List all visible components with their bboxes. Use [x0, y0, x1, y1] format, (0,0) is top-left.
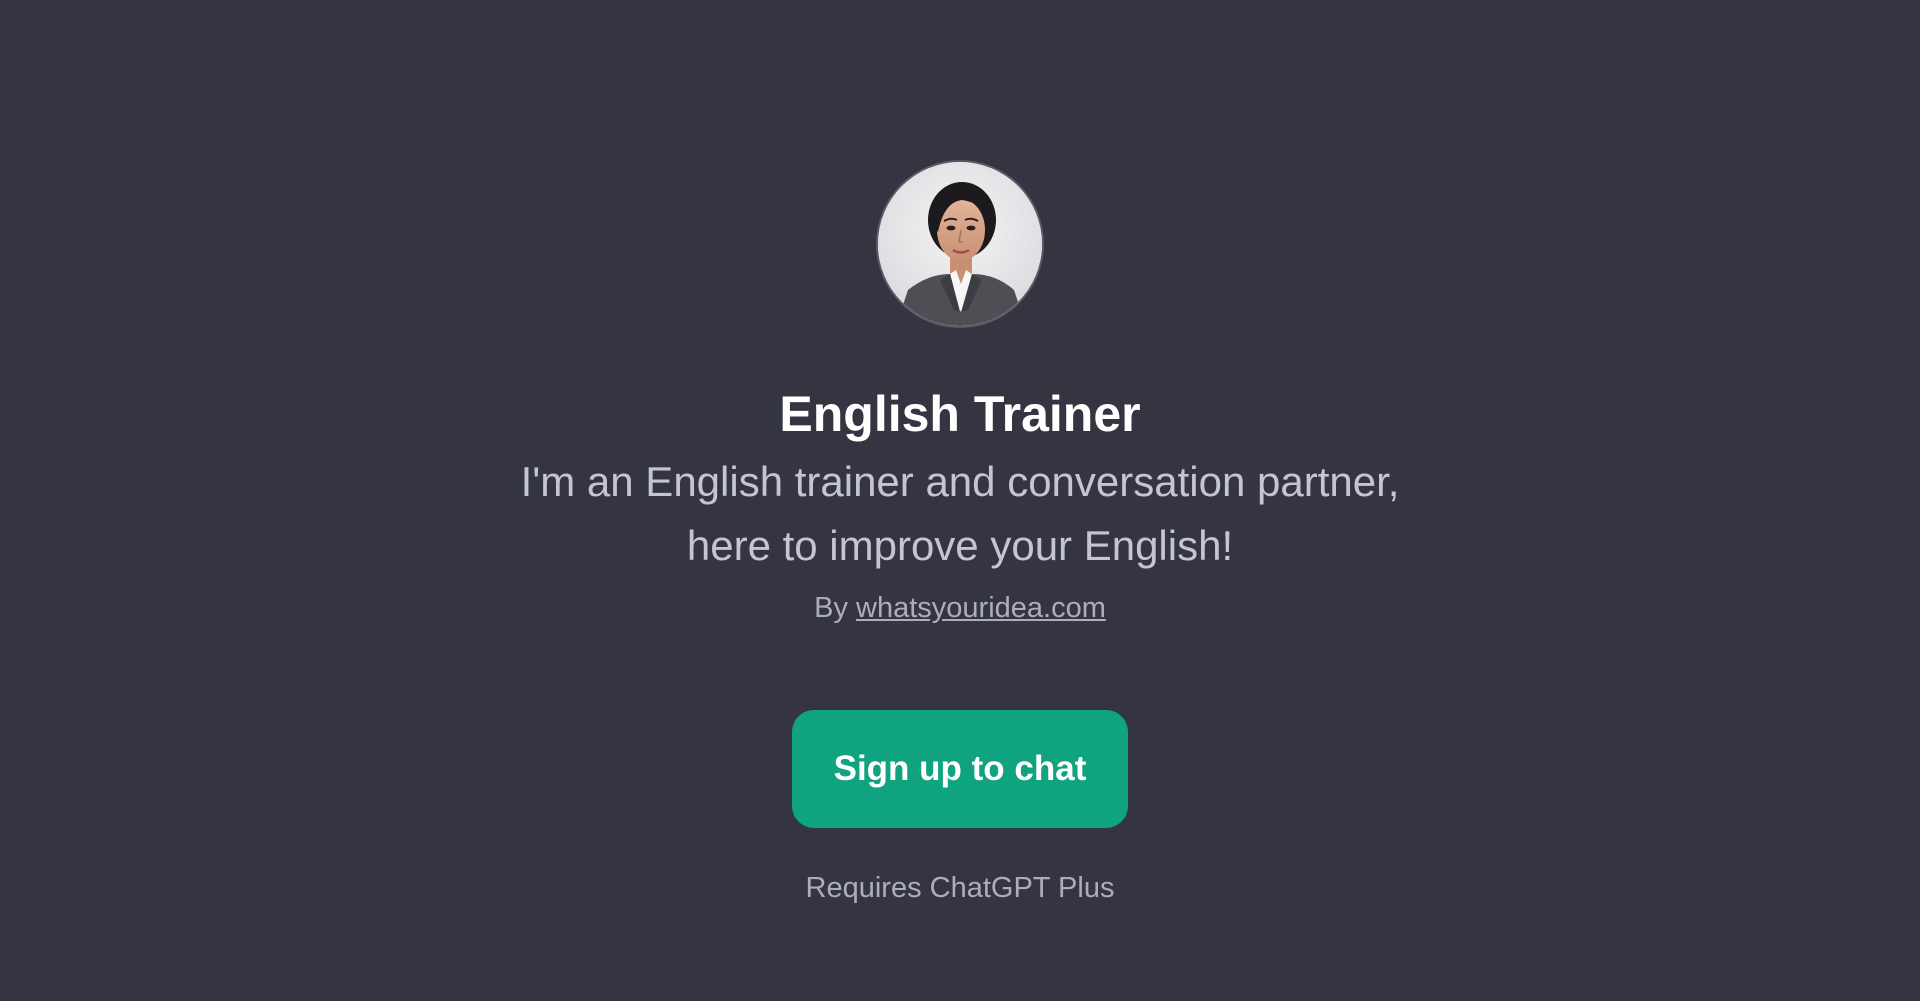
byline-prefix: By	[814, 592, 848, 624]
author-byline: By whatsyouridea.com	[814, 588, 1106, 628]
gpt-landing-page: English Trainer I'm an English trainer a…	[0, 0, 1920, 1001]
gpt-title: English Trainer	[779, 386, 1141, 442]
trainer-avatar-icon	[878, 162, 1042, 326]
gpt-description: I'm an English trainer and conversation …	[460, 450, 1460, 578]
sign-up-to-chat-button[interactable]: Sign up to chat	[792, 710, 1128, 828]
description-line-1: I'm an English trainer and conversation …	[520, 458, 1400, 505]
description-line-2: here to improve your English!	[686, 522, 1234, 569]
plus-requirement-note: Requires ChatGPT Plus	[805, 872, 1115, 904]
author-link[interactable]: whatsyouridea.com	[856, 592, 1106, 624]
